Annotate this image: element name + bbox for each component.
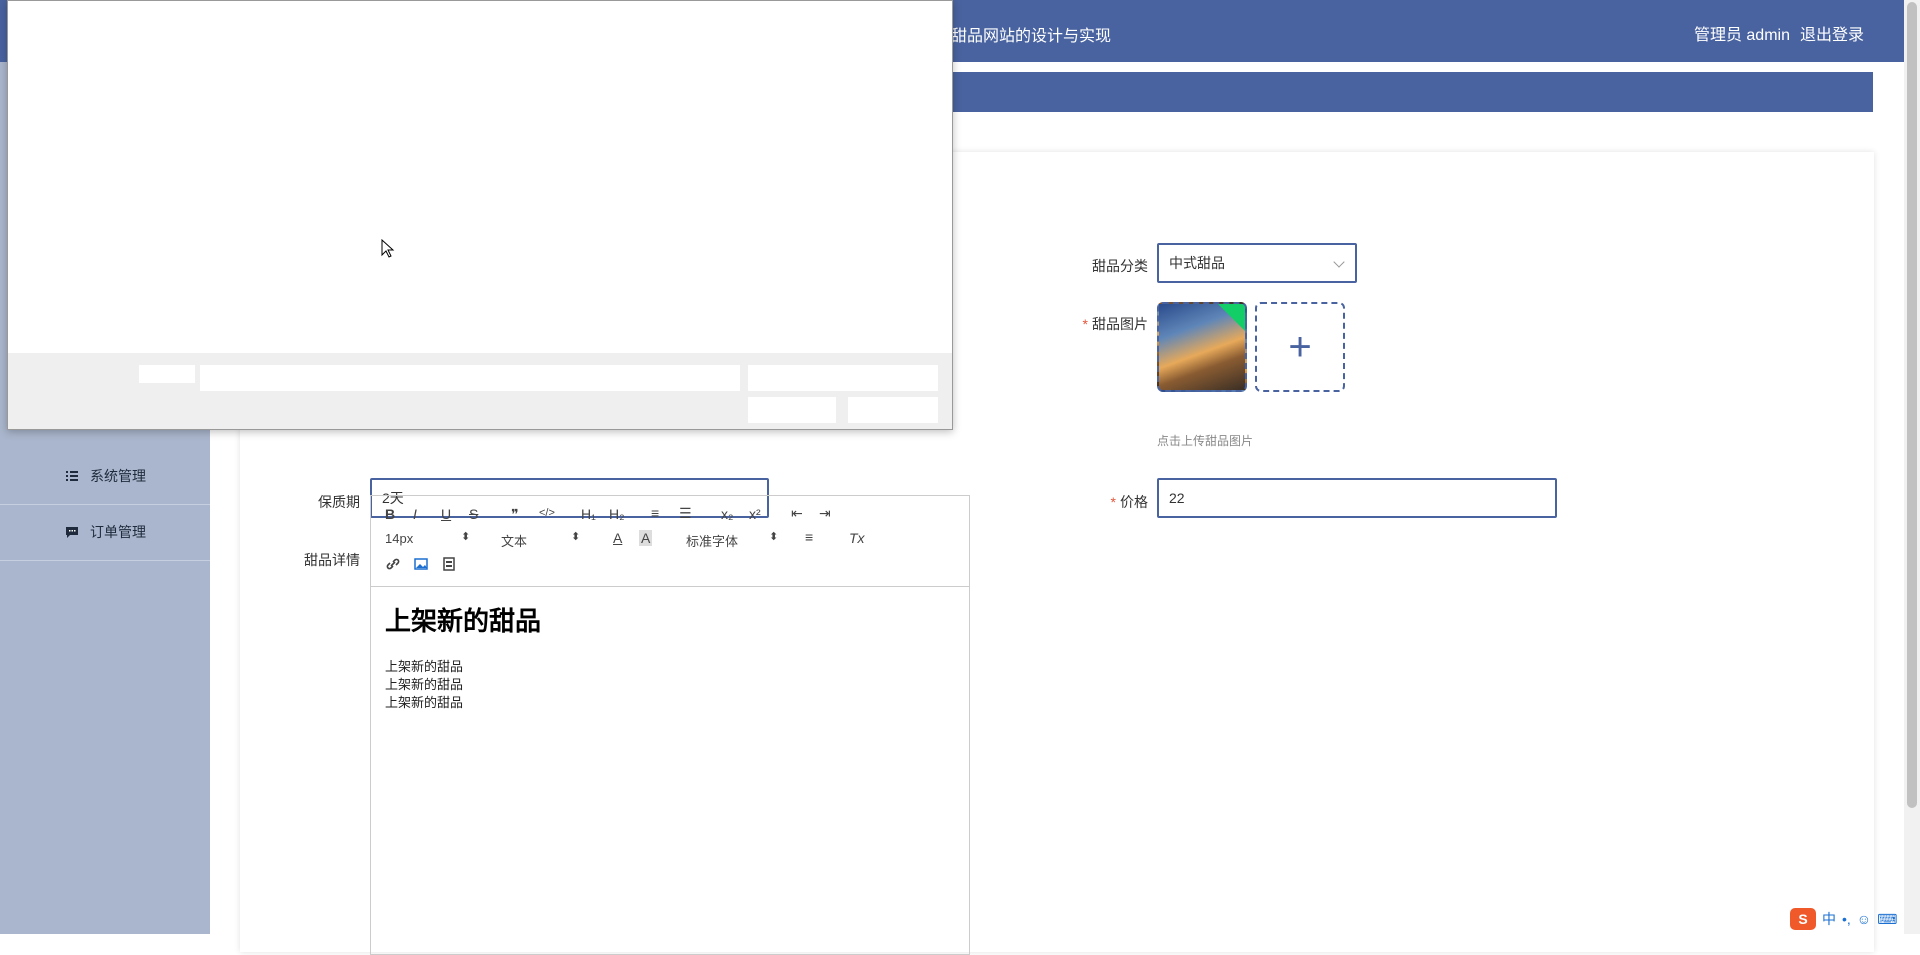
shelf-life-label: 保质期 [318,494,360,510]
h1-button[interactable]: H₁ [581,506,596,522]
italic-button[interactable]: I [413,506,417,522]
ime-logo-icon[interactable]: S [1790,908,1816,930]
detail-label: 甜品详情 [304,552,360,568]
header-select[interactable]: 文本 [501,531,527,550]
editor-paragraph: 上架新的甜品 [385,677,464,692]
font-size-arrows-icon: ⬍ [461,531,471,543]
popup-footer-field[interactable] [748,365,938,391]
editor-content[interactable]: 上架新的甜品 上架新的甜品 上架新的甜品 上架新的甜品 [371,587,969,726]
popup-footer-block [139,365,195,383]
popup-window[interactable] [7,0,953,430]
chat-icon [66,527,78,538]
bold-button[interactable]: B [385,506,395,522]
category-value: 中式甜品 [1169,255,1225,271]
superscript-button[interactable]: x² [749,506,761,522]
editor-heading: 上架新的甜品 [385,606,542,636]
image-label-text: 甜品图片 [1092,316,1148,332]
upload-add-button[interactable]: + [1255,302,1345,392]
popup-footer [8,353,952,429]
ime-mode[interactable]: 中 [1822,909,1836,929]
logout-link[interactable]: 退出登录 [1800,21,1864,45]
underline-button[interactable]: U [441,506,451,522]
price-label-text: 价格 [1120,494,1148,510]
user-area: 管理员 admin 退出登录 [1694,21,1864,45]
quote-button[interactable]: ❞ [511,506,519,523]
required-mark: * [1110,494,1116,510]
plus-icon: + [1288,324,1312,369]
font-arrows-icon: ⬍ [769,531,779,543]
outdent-button[interactable]: ⇤ [791,505,803,522]
emoji-icon[interactable]: ☺ [1857,911,1871,927]
site-title: 甜品网站的设计与实现 [951,28,1112,45]
video-icon[interactable] [441,556,457,572]
header-arrows-icon: ⬍ [571,531,581,543]
font-size-select[interactable]: 14px [385,531,413,546]
editor-toolbar: B I U S ❞ </> H₁ H₂ ≡ ☰ x₂ x² ⇤ ⇥ 14px ⬍… [371,496,969,587]
success-badge [1216,304,1245,335]
font-family-select[interactable]: 标准字体 [686,531,738,550]
sidebar-item-system[interactable]: 系统管理 [0,448,210,505]
popup-footer-field[interactable] [200,365,740,391]
required-mark: * [1082,316,1088,332]
mouse-cursor-icon [381,239,395,258]
category-label: 甜品分类 [1092,258,1148,274]
image-icon[interactable] [413,556,429,572]
price-input[interactable]: 22 [1157,478,1557,518]
indent-button[interactable]: ⇥ [819,505,831,522]
price-label: * 价格 [1070,492,1148,512]
ime-toolbar[interactable]: S 中 •, ☺ ⌨ [1790,908,1897,930]
editor-paragraph: 上架新的甜品 [385,695,464,710]
code-button[interactable]: </> [539,507,555,519]
sidebar-item-label: 系统管理 [90,468,146,484]
background-color-button[interactable]: A [639,530,653,546]
sidebar-item-orders[interactable]: 订单管理 [0,504,210,561]
bullet-list-button[interactable]: ☰ [679,505,692,522]
uploaded-image-thumbnail[interactable] [1157,302,1247,392]
editor-paragraph: 上架新的甜品 [385,659,464,674]
h2-button[interactable]: H₂ [609,506,625,522]
category-select[interactable]: 中式甜品 [1157,243,1357,283]
scrollbar-thumb[interactable] [1907,2,1917,808]
strike-button[interactable]: S [469,506,478,522]
clean-format-button[interactable]: Tx [849,530,865,546]
sidebar-item-label: 订单管理 [90,524,146,540]
link-icon[interactable] [385,556,401,572]
image-label: * 甜品图片 [1070,314,1148,334]
subscript-button[interactable]: x₂ [721,506,733,522]
breadcrumb-bar [941,72,1873,112]
popup-footer-button[interactable] [848,397,938,423]
rich-text-editor[interactable]: B I U S ❞ </> H₁ H₂ ≡ ☰ x₂ x² ⇤ ⇥ 14px ⬍… [370,495,970,955]
align-button[interactable]: ≡ [805,529,813,545]
text-color-button[interactable]: A [613,530,622,546]
ordered-list-button[interactable]: ≡ [651,505,659,521]
chevron-down-icon [1333,256,1345,268]
ime-punctuation[interactable]: •, [1842,911,1851,927]
page-scrollbar[interactable] [1904,0,1920,934]
list-icon [66,471,78,481]
popup-footer-button[interactable] [748,397,836,423]
keyboard-icon[interactable]: ⌨ [1877,911,1897,928]
upload-hint: 点击上传甜品图片 [1157,434,1254,448]
user-label[interactable]: 管理员 admin [1694,21,1790,45]
